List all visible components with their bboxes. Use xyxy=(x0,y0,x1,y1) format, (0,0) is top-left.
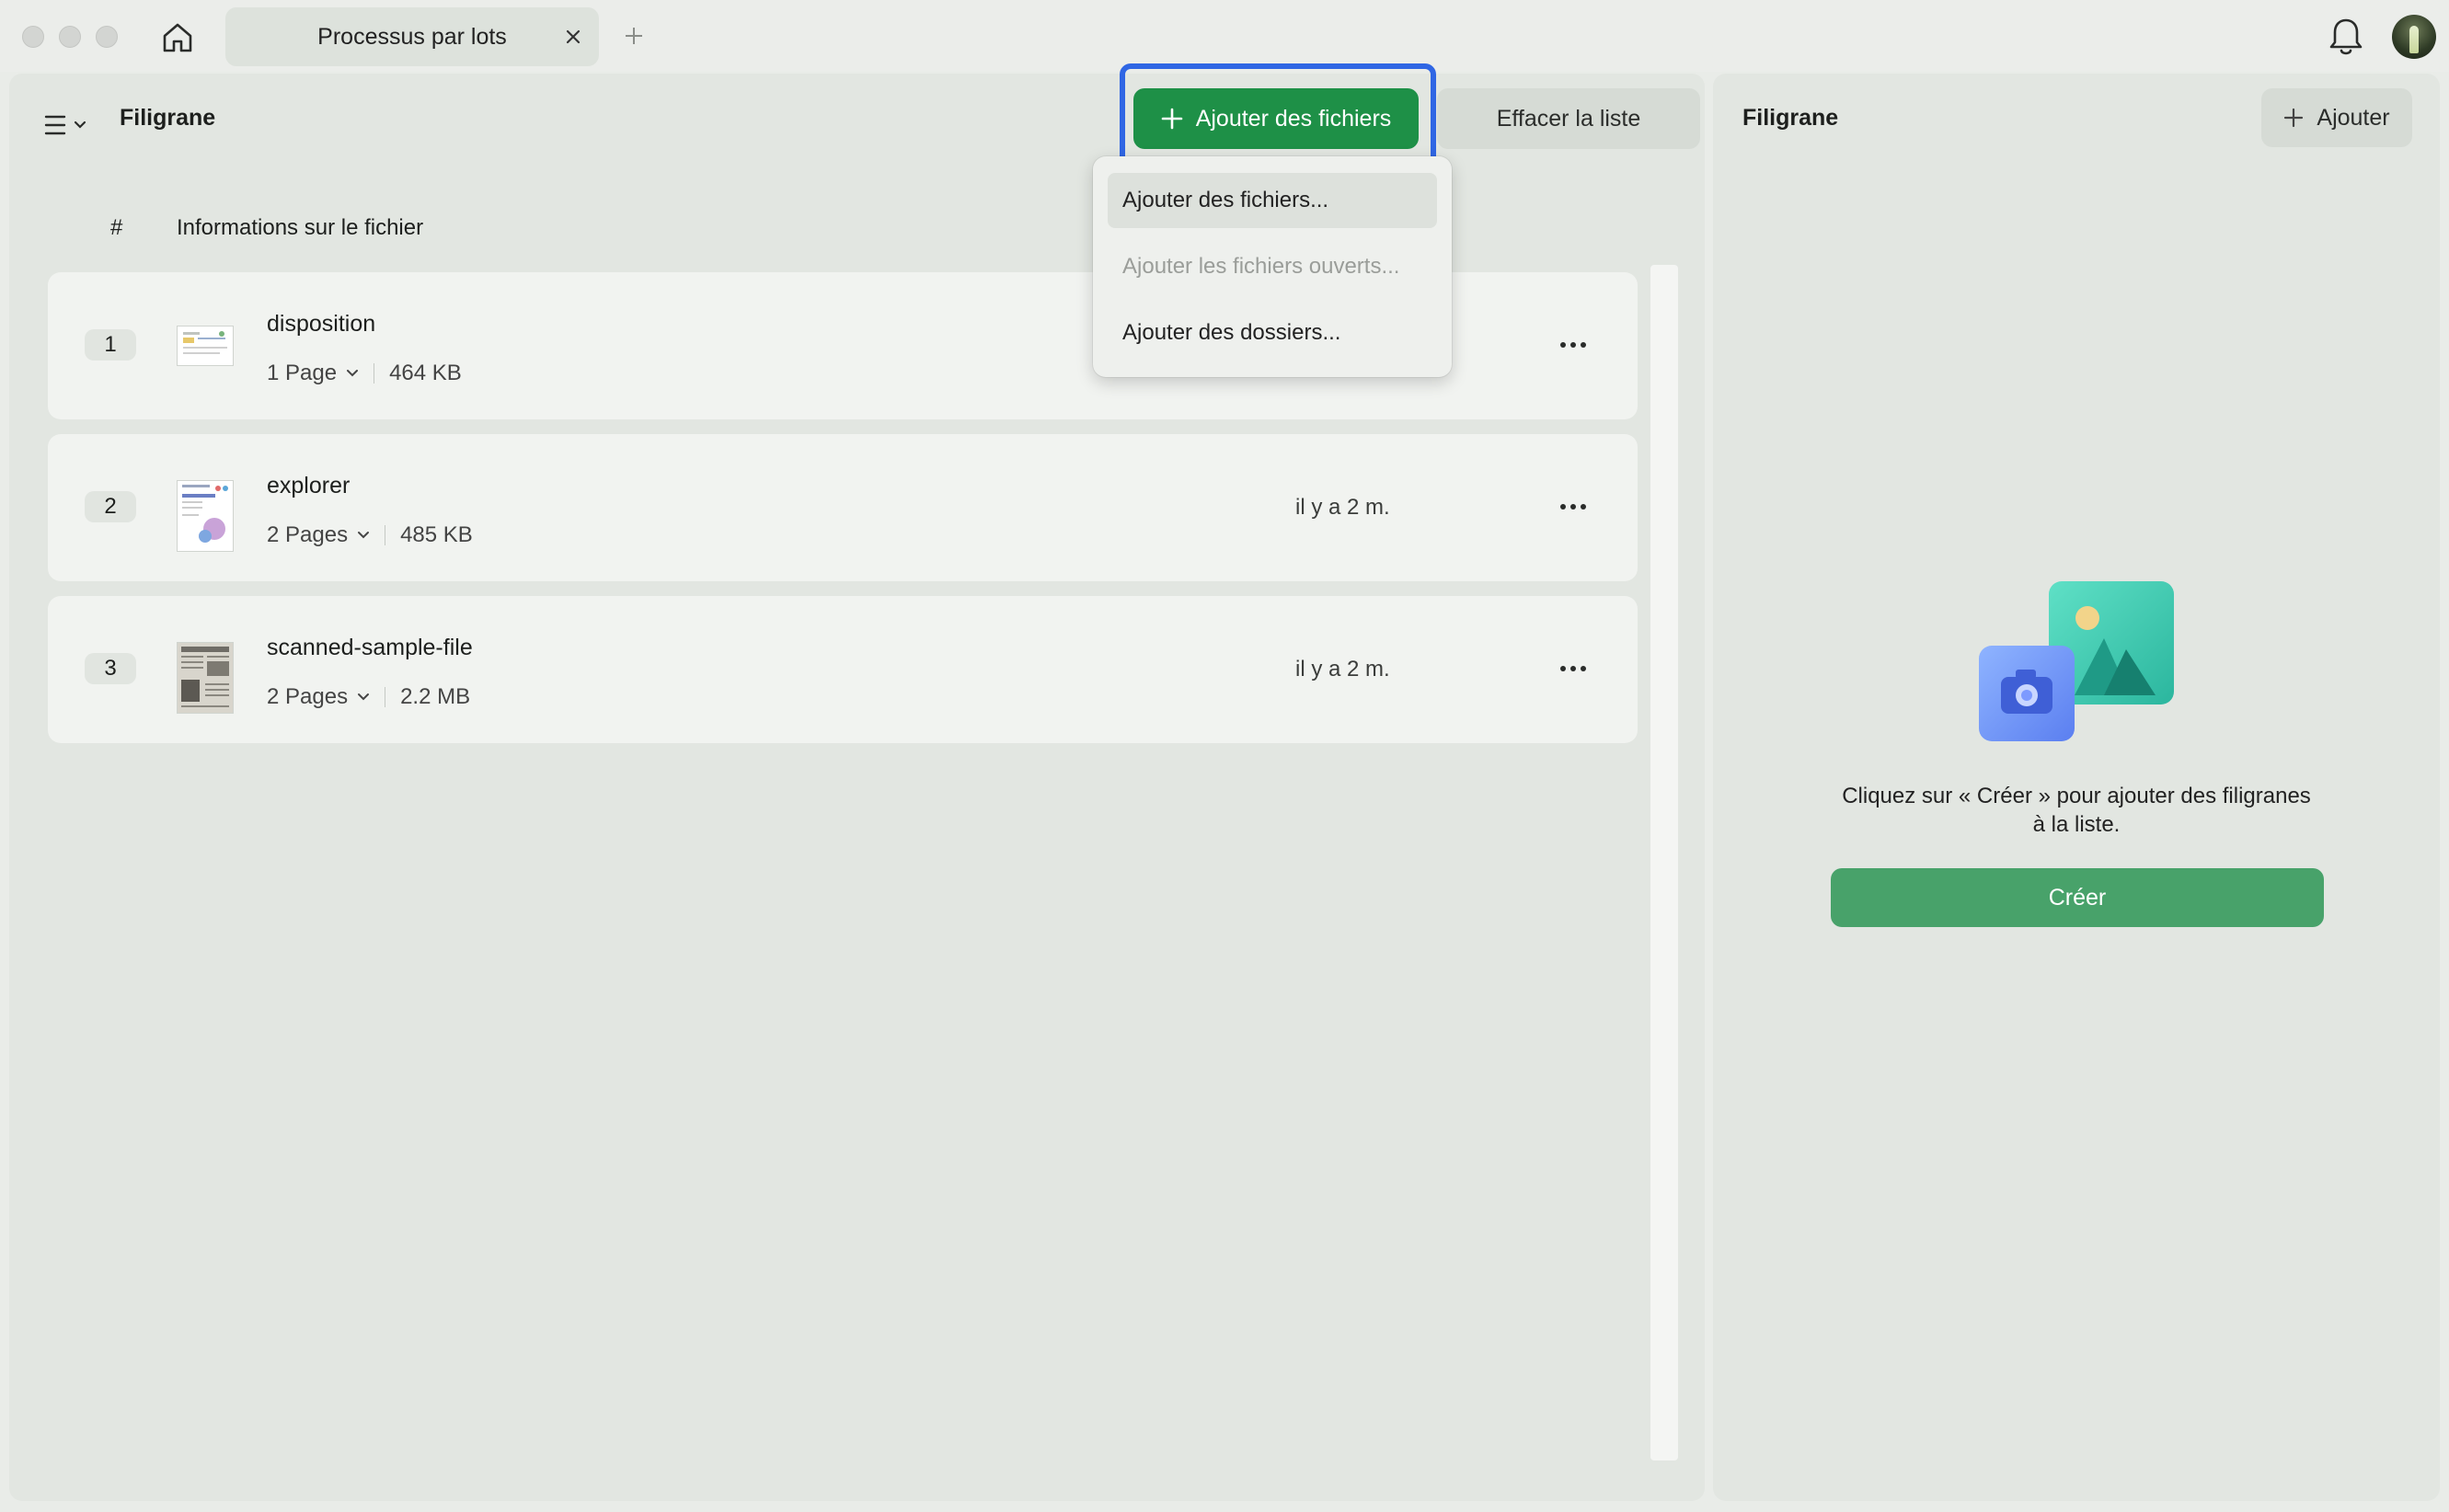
file-name: explorer xyxy=(267,473,351,498)
watermark-panel: Filigrane Ajouter Cliquez sur « Créer » … xyxy=(1713,74,2440,1501)
avatar[interactable] xyxy=(2392,15,2436,59)
column-header-info: Informations sur le fichier xyxy=(177,215,424,240)
plus-icon xyxy=(1161,108,1182,130)
file-thumbnail xyxy=(177,480,234,552)
plus-icon xyxy=(626,28,642,44)
file-meta: 1 Page 464 KB xyxy=(267,361,462,386)
empty-state-text: Cliquez sur « Créer » pour ajouter des f… xyxy=(1842,784,2311,837)
window-close-button[interactable] xyxy=(22,26,44,48)
image-camera-illustration-icon xyxy=(1979,581,2174,741)
new-tab-button[interactable] xyxy=(618,20,650,52)
home-button[interactable] xyxy=(156,17,199,59)
create-button[interactable]: Créer xyxy=(1831,868,2324,927)
page-title: Filigrane xyxy=(120,105,216,131)
tab-title: Processus par lots xyxy=(317,23,507,50)
close-icon[interactable] xyxy=(562,26,584,48)
file-thumbnail xyxy=(177,326,234,366)
chevron-down-icon[interactable] xyxy=(357,693,370,702)
menu-item-add-open-files[interactable]: Ajouter les fichiers ouverts... xyxy=(1108,239,1437,294)
scrollbar[interactable] xyxy=(1650,265,1678,1460)
more-options-icon[interactable] xyxy=(1555,331,1592,359)
hamburger-icon xyxy=(44,115,66,135)
table-row[interactable]: 3 scanned-sample-file 2 Pages 2.2 MB il … xyxy=(48,596,1638,743)
add-watermark-label: Ajouter xyxy=(2317,104,2390,131)
file-thumbnail xyxy=(177,642,234,714)
chevron-down-icon[interactable] xyxy=(346,369,359,378)
menu-item-add-folders[interactable]: Ajouter des dossiers... xyxy=(1108,305,1437,361)
more-options-icon[interactable] xyxy=(1555,493,1592,521)
bell-icon xyxy=(2329,18,2363,55)
file-time: il y a 2 m. xyxy=(1295,657,1390,682)
column-header-number: # xyxy=(110,215,123,240)
table-row[interactable]: 2 explorer 2 Pages 485 KB il y a 2 m. xyxy=(48,434,1638,581)
file-size: 2.2 MB xyxy=(400,684,471,709)
file-time: il y a 2 m. xyxy=(1295,495,1390,520)
window-zoom-button[interactable] xyxy=(96,26,118,48)
more-options-icon[interactable] xyxy=(1555,655,1592,682)
file-meta: 2 Pages 2.2 MB xyxy=(267,684,470,710)
row-number: 1 xyxy=(85,329,136,361)
menu-item-add-files[interactable]: Ajouter des fichiers... xyxy=(1108,173,1437,228)
clear-list-button[interactable]: Effacer la liste xyxy=(1437,88,1700,149)
tab-batch-process[interactable]: Processus par lots xyxy=(225,7,599,66)
row-number: 3 xyxy=(85,653,136,684)
notifications-button[interactable] xyxy=(2328,17,2364,57)
page-count[interactable]: 2 Pages xyxy=(267,684,348,710)
menu-toggle-button[interactable] xyxy=(44,107,109,143)
chevron-down-icon xyxy=(74,120,86,129)
page-count[interactable]: 1 Page xyxy=(267,361,337,386)
add-watermark-button[interactable]: Ajouter xyxy=(2261,88,2412,147)
file-size: 464 KB xyxy=(389,361,462,385)
file-name: disposition xyxy=(267,311,376,337)
window-minimize-button[interactable] xyxy=(59,26,81,48)
panel-title: Filigrane xyxy=(1742,105,1839,131)
home-icon xyxy=(163,23,192,52)
add-files-label: Ajouter des fichiers xyxy=(1195,105,1392,132)
file-name: scanned-sample-file xyxy=(267,635,473,660)
title-bar: Processus par lots xyxy=(0,0,2449,72)
plus-icon xyxy=(2284,108,2304,128)
add-files-button[interactable]: Ajouter des fichiers xyxy=(1133,88,1419,149)
page-count[interactable]: 2 Pages xyxy=(267,522,348,548)
file-size: 485 KB xyxy=(400,522,473,547)
add-files-dropdown: Ajouter des fichiers... Ajouter les fich… xyxy=(1093,156,1452,377)
chevron-down-icon[interactable] xyxy=(357,531,370,540)
row-number: 2 xyxy=(85,491,136,522)
file-meta: 2 Pages 485 KB xyxy=(267,522,473,548)
